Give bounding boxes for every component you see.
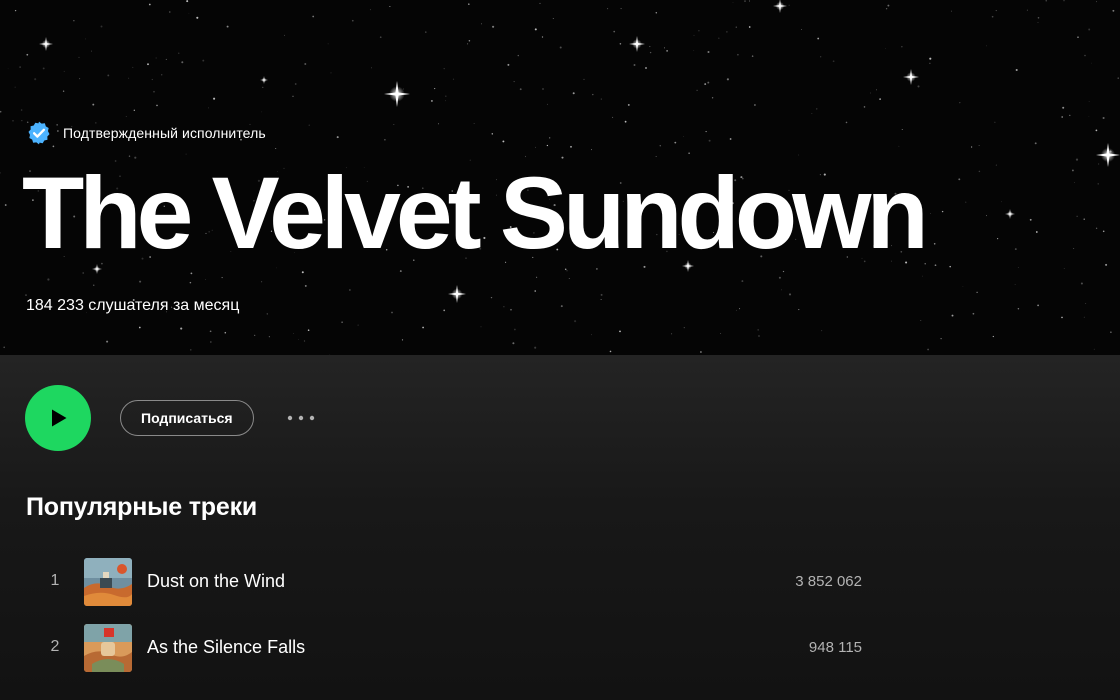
play-button[interactable] — [25, 385, 91, 451]
artist-page: Подтвержденный исполнитель The Velvet Su… — [0, 0, 1120, 700]
action-bar: Подписаться — [25, 385, 318, 451]
track-row[interactable]: 1 Dust on the Wind 3 852 062 — [0, 548, 1120, 614]
track-number: 2 — [50, 638, 60, 655]
artist-hero-banner: Подтвержденный исполнитель The Velvet Su… — [0, 0, 1120, 355]
track-row[interactable]: 2 As the Silence Falls 948 115 — [0, 614, 1120, 680]
popular-tracks-list: 1 Dust on the Wind 3 852 062 2 As the Si… — [0, 548, 1120, 680]
verified-artist-label: Подтвержденный исполнитель — [63, 125, 266, 141]
track-cover-image — [84, 558, 132, 606]
track-play-count: 948 115 — [808, 639, 862, 656]
verified-badge-icon — [28, 121, 50, 145]
popular-tracks-heading: Популярные треки — [26, 493, 258, 521]
track-play-count: 3 852 062 — [795, 573, 862, 590]
follow-button[interactable]: Подписаться — [120, 400, 254, 436]
more-options-icon — [287, 415, 314, 421]
more-options-button[interactable] — [286, 402, 318, 434]
artist-name-title: The Velvet Sundown — [22, 156, 929, 270]
play-icon — [52, 409, 67, 427]
track-number: 1 — [50, 572, 60, 589]
track-title: Dust on the Wind — [147, 571, 286, 591]
verified-artist-row: Подтвержденный исполнитель — [26, 119, 266, 147]
artist-content-area: Подписаться Популярные треки 1 Dust on t… — [0, 355, 1120, 700]
monthly-listeners-count: 184 233 слушателя за месяц — [26, 297, 240, 314]
track-cover-image — [84, 624, 132, 672]
track-title: As the Silence Falls — [147, 637, 306, 657]
